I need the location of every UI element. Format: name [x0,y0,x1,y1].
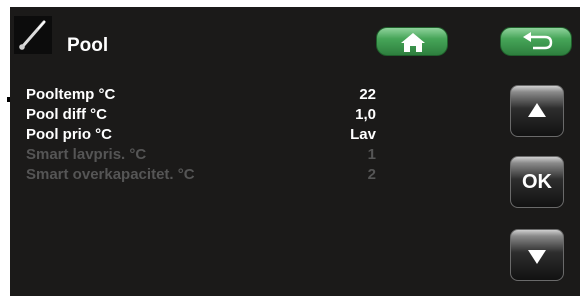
list-item-pool-diff[interactable]: Pool diff °C 1,0 [26,105,376,125]
thermometer-probe-icon [14,16,52,54]
display-screen: Pool Pooltemp °C 22 Pool diff °C 1,0 Poo… [10,7,580,296]
scroll-up-button[interactable] [510,85,564,137]
list-item-label: Pooltemp °C [26,86,116,103]
list-item-value: 22 [359,86,376,103]
back-button[interactable] [500,27,572,56]
settings-list: Pooltemp °C 22 Pool diff °C 1,0 Pool pri… [26,85,376,185]
list-item-pooltemp[interactable]: Pooltemp °C 22 [26,85,376,105]
list-item-label: Smart lavpris. °C [26,146,147,163]
list-item-value: 2 [367,166,376,183]
return-arrow-icon [523,32,553,50]
list-item-pool-prio[interactable]: Pool prio °C Lav [26,125,376,145]
list-item-label: Smart overkapacitet. °C [26,166,195,183]
list-item-value: 1,0 [355,106,376,123]
list-item-value: Lav [350,126,376,143]
list-item-smart-lavpris: Smart lavpris. °C 1 [26,145,376,165]
list-item-value: 1 [367,146,376,163]
ok-button[interactable]: OK [510,156,564,208]
list-item-smart-overkapacitet: Smart overkapacitet. °C 2 [26,165,376,185]
arrow-down-icon [528,250,546,264]
list-item-label: Pool diff °C [26,106,107,123]
scroll-down-button[interactable] [510,229,564,281]
home-icon [401,33,425,52]
ok-label: OK [522,171,552,193]
list-item-label: Pool prio °C [26,126,112,143]
arrow-up-icon [528,103,546,117]
page-title: Pool [67,35,109,56]
home-button[interactable] [376,27,448,56]
